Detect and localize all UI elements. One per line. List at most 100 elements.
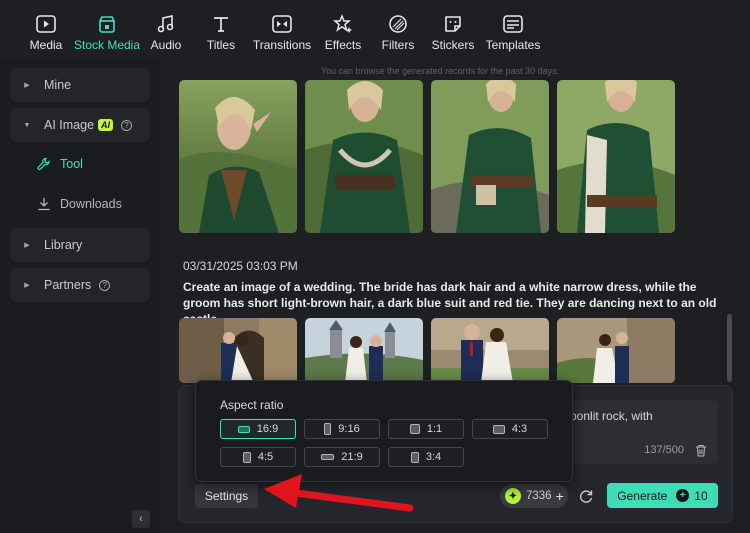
plus-coin-icon: +	[676, 489, 690, 502]
stickers-icon	[442, 13, 464, 35]
ratio-option-21-9[interactable]: 21:9	[304, 447, 380, 467]
tab-templates-label: Templates	[485, 38, 541, 52]
top-toolbar: Media Stock Media Audio Titles Transitio…	[0, 0, 750, 58]
wrench-icon	[34, 157, 54, 171]
history-notice: You can browse the generated records for…	[320, 66, 560, 76]
generate-button[interactable]: Generate + 10	[607, 483, 718, 508]
generated-image-elf-3[interactable]	[431, 80, 549, 233]
ratio-label: 4:5	[257, 451, 274, 463]
tab-filters-label: Filters	[381, 38, 415, 52]
ratio-label: 4:3	[511, 423, 528, 435]
tab-titles[interactable]: Titles	[201, 0, 241, 52]
aspect-ratio-title: Aspect ratio	[220, 398, 284, 412]
caret-down-icon: ▼	[23, 121, 31, 129]
square-ratio-icon	[409, 424, 420, 434]
sidebar-item-library[interactable]: ▶ Library	[10, 228, 150, 262]
tab-stock-media[interactable]: Stock Media	[72, 0, 142, 52]
generated-image-wedding-3[interactable]	[431, 318, 549, 383]
add-credits-icon: +	[555, 488, 564, 504]
wide-ratio-icon	[321, 454, 335, 460]
titles-icon	[210, 13, 232, 35]
credit-coin-icon: ✦	[505, 488, 521, 504]
ai-badge: AI	[98, 119, 114, 131]
refresh-icon[interactable]	[578, 488, 594, 504]
generated-image-elf-1[interactable]	[179, 80, 297, 233]
portrait-ratio-icon	[324, 423, 332, 435]
filters-icon	[387, 13, 409, 35]
prompt-input[interactable]: oonlit rock, with 137/500	[554, 400, 718, 464]
tab-templates[interactable]: Templates	[485, 0, 541, 52]
tab-effects[interactable]: Effects	[323, 0, 363, 52]
landscape-ratio-icon	[237, 425, 250, 433]
sidebar-item-partners[interactable]: ▶ Partners ?	[10, 268, 150, 302]
templates-icon	[502, 13, 524, 35]
effects-icon	[332, 13, 354, 35]
ratio-label: 3:4	[425, 451, 442, 463]
help-icon[interactable]: ?	[99, 279, 111, 291]
sidebar-item-tool-label: Tool	[60, 157, 83, 171]
ratio-option-3-4[interactable]: 3:4	[388, 447, 464, 467]
sidebar-item-partners-label: Partners	[44, 278, 92, 292]
ratio-option-4-5[interactable]: 4:5	[220, 447, 296, 467]
ratio-option-16-9[interactable]: 16:9	[220, 419, 296, 439]
trash-icon[interactable]	[695, 444, 707, 457]
credits-balance-button[interactable]: ✦ 7336 +	[500, 484, 568, 508]
tab-titles-label: Titles	[206, 38, 236, 52]
sidebar-item-tool[interactable]: Tool	[10, 147, 150, 181]
app-window: Media Stock Media Audio Titles Transitio…	[0, 0, 750, 533]
help-icon[interactable]: ?	[121, 119, 133, 131]
record-timestamp: 03/31/2025 03:03 PM	[183, 259, 298, 273]
vertical-scrollbar[interactable]	[727, 314, 732, 382]
media-icon	[35, 13, 57, 35]
prompt-input-text: oonlit rock, with	[570, 409, 653, 423]
sidebar: ▶ Mine ▼ AI Image AI ? Tool Downloads ▶ …	[0, 58, 160, 533]
ratio-label: 9:16	[338, 423, 360, 435]
caret-right-icon: ▶	[24, 82, 30, 89]
caret-right-icon: ▶	[24, 242, 30, 249]
tab-transitions[interactable]: Transitions	[253, 0, 311, 52]
aspect-ratio-popover: Aspect ratio 16:9 9:16 1:1 4:3 4:5 21:9 …	[195, 380, 573, 482]
sidebar-item-ai-image-label: AI Image	[44, 118, 95, 132]
tab-media[interactable]: Media	[24, 0, 68, 52]
tab-effects-label: Effects	[324, 38, 362, 52]
generated-image-wedding-2[interactable]	[305, 318, 423, 383]
tab-stock-media-label: Stock Media	[73, 38, 141, 52]
char-counter: 137/500	[644, 444, 684, 456]
sidebar-item-library-label: Library	[44, 238, 83, 252]
sidebar-item-ai-image[interactable]: ▼ AI Image AI ?	[10, 108, 150, 142]
generated-image-wedding-4[interactable]	[557, 318, 675, 383]
caret-right-icon: ▶	[24, 282, 30, 289]
sidebar-item-downloads[interactable]: Downloads	[10, 187, 150, 221]
generate-label: Generate	[617, 488, 668, 503]
tab-stickers[interactable]: Stickers	[431, 0, 475, 52]
generate-cost: 10	[694, 488, 708, 503]
tab-audio-label: Audio	[150, 38, 182, 52]
stock-media-icon	[96, 13, 118, 35]
tab-audio[interactable]: Audio	[146, 0, 186, 52]
generated-image-elf-4[interactable]	[557, 80, 675, 233]
portrait-ratio-icon	[410, 451, 419, 463]
audio-icon	[155, 13, 177, 35]
sidebar-item-mine-label: Mine	[44, 78, 72, 92]
credits-value: 7336	[526, 490, 552, 502]
tab-stickers-label: Stickers	[431, 38, 475, 52]
settings-button[interactable]: Settings	[195, 484, 258, 508]
landscape-ratio-icon	[492, 424, 505, 434]
generated-image-elf-2[interactable]	[305, 80, 423, 233]
tab-media-label: Media	[29, 38, 63, 52]
ratio-option-4-3[interactable]: 4:3	[472, 419, 548, 439]
download-icon	[34, 197, 54, 211]
tab-transitions-label: Transitions	[252, 38, 312, 52]
ratio-option-9-16[interactable]: 9:16	[304, 419, 380, 439]
ratio-label: 16:9	[256, 423, 279, 435]
collapse-sidebar-button[interactable]: ‹	[132, 510, 150, 528]
tab-filters[interactable]: Filters	[378, 0, 418, 52]
transitions-icon	[271, 13, 293, 35]
ratio-label: 1:1	[426, 423, 443, 435]
generated-image-wedding-1[interactable]	[179, 318, 297, 383]
ratio-option-1-1[interactable]: 1:1	[388, 419, 464, 439]
ratio-label: 21:9	[341, 451, 363, 463]
sidebar-item-mine[interactable]: ▶ Mine	[10, 68, 150, 102]
sidebar-item-downloads-label: Downloads	[60, 197, 122, 211]
portrait-ratio-icon	[242, 451, 251, 463]
